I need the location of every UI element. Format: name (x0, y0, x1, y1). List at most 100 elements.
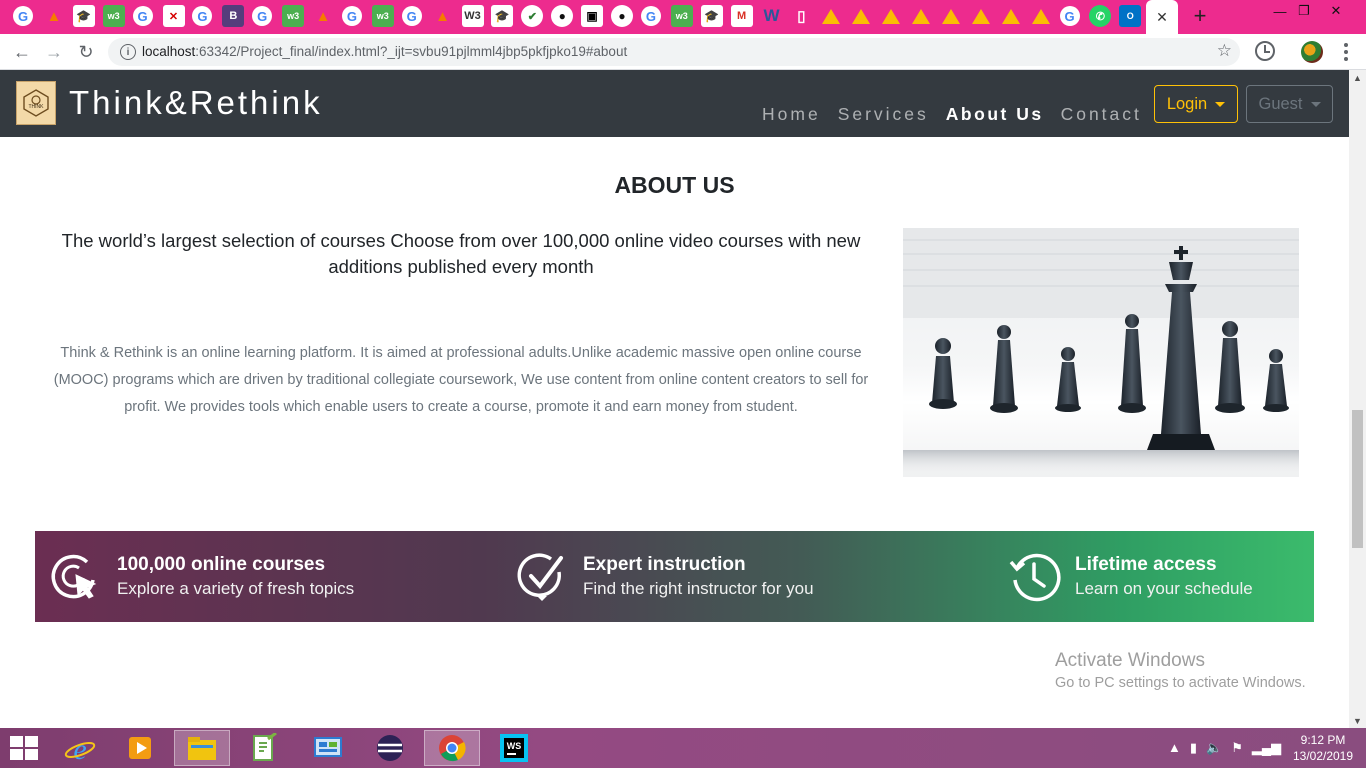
restore-icon[interactable]: ❐ (1286, 0, 1322, 22)
show-hidden-icons-icon[interactable]: ▲ (1168, 740, 1181, 756)
w3schools-icon[interactable]: w3 (102, 5, 125, 27)
clock-date: 13/02/2019 (1292, 749, 1354, 763)
w3schools-icon[interactable]: w3 (282, 5, 305, 27)
outlook-icon[interactable]: O (1119, 5, 1142, 27)
extension-icon[interactable] (1301, 41, 1323, 63)
tab-glyph: ✆ (1095, 10, 1105, 23)
internet-explorer-icon[interactable]: e (52, 730, 108, 766)
google-icon[interactable]: G (192, 6, 213, 26)
close-tab-icon[interactable]: ✕ (1156, 9, 1168, 26)
flame-icon[interactable]: ▲ (312, 5, 334, 27)
flame-icon[interactable]: ▲ (432, 5, 454, 27)
google-icon[interactable]: G (640, 6, 661, 26)
google-icon[interactable]: G (132, 6, 153, 26)
google-icon[interactable]: G (252, 6, 273, 26)
google-icon[interactable]: G (341, 6, 362, 26)
site-logo[interactable]: THINK (16, 81, 56, 125)
network-device-icon[interactable]: ▮ (1190, 740, 1197, 756)
main-nav: Home Services About Us Contact (762, 104, 1159, 125)
eclipse-icon[interactable] (362, 730, 418, 766)
flame-icon[interactable]: ▲ (43, 5, 65, 27)
guest-dropdown-button[interactable]: Guest (1246, 85, 1333, 123)
google-slides-icon[interactable] (940, 5, 962, 27)
new-tab-button[interactable]: + (1188, 3, 1212, 28)
login-dropdown-button[interactable]: Login (1154, 85, 1238, 123)
webstorm-icon[interactable]: WS (486, 730, 542, 766)
signal-icon[interactable]: ▂▄▆ (1252, 740, 1281, 756)
nav-link-about-us[interactable]: About Us (946, 104, 1044, 125)
chrome-icon[interactable] (424, 730, 480, 766)
nav-link-home[interactable]: Home (762, 104, 821, 125)
page-scrollbar[interactable]: ▲ ▼ (1349, 70, 1366, 728)
svg-text:WS: WS (507, 741, 522, 751)
windows-taskbar: e WS ▲ ▮ 🔈 ⚑ ▂▄▆ 9:12 PM 13/02/2019 (0, 728, 1366, 768)
volume-icon[interactable]: 🔈 (1206, 740, 1222, 756)
word-icon[interactable]: W (761, 5, 783, 27)
site-info-icon[interactable]: i (120, 44, 136, 60)
forward-arrow-icon[interactable]: → (42, 40, 66, 64)
tab-glyph: G (257, 8, 268, 24)
google-drive-icon[interactable] (1000, 5, 1022, 27)
bootstrap-icon[interactable]: B (222, 5, 245, 27)
tab-glyph: ▲ (315, 7, 331, 25)
history-icon[interactable] (1255, 41, 1275, 61)
close-window-icon[interactable]: ✕ (1318, 0, 1354, 22)
url-field[interactable]: i localhost:63342/Project_final/index.ht… (108, 38, 1240, 66)
tab-glyph: G (197, 8, 208, 24)
back-arrow-icon[interactable]: ← (10, 40, 34, 64)
tab-glyph: G (1064, 8, 1075, 24)
graduation-cap-icon[interactable]: 🎓 (700, 5, 723, 27)
google-drive-icon[interactable] (910, 5, 932, 27)
file-explorer-icon[interactable] (174, 730, 230, 766)
notepad-plus-plus-icon[interactable] (236, 730, 292, 766)
site-navbar: THINK Think&Rethink Home Services About Us… (0, 70, 1349, 137)
browser-menu-icon[interactable] (1336, 41, 1356, 63)
feature-text: Expert instruction Find the right instru… (583, 553, 814, 601)
close-box-icon[interactable]: ✕ (162, 5, 185, 27)
nav-link-services[interactable]: Services (838, 104, 929, 125)
google-drive-icon[interactable] (850, 5, 872, 27)
google-drive-icon[interactable] (970, 5, 992, 27)
tab-glyph: G (17, 8, 29, 24)
nav-link-contact[interactable]: Contact (1061, 104, 1142, 125)
google-drive-icon[interactable] (1030, 5, 1052, 27)
document-icon[interactable]: ▯ (790, 5, 812, 27)
graduation-cap-icon[interactable]: 🎓 (491, 5, 514, 27)
taskbar-clock[interactable]: 9:12 PM 13/02/2019 (1290, 732, 1356, 764)
feature-title: Expert instruction (583, 553, 746, 575)
whatsapp-icon[interactable]: ✆ (1089, 5, 1112, 27)
tab-glyph: ▲ (46, 7, 62, 25)
google-drive-icon[interactable] (880, 5, 902, 27)
windows-start-icon[interactable] (10, 736, 38, 760)
flag-icon[interactable]: ⚑ (1231, 740, 1243, 756)
w3schools-icon[interactable]: w3 (670, 5, 693, 27)
github-icon[interactable]: ● (551, 5, 574, 27)
google-icon[interactable]: G (13, 6, 33, 26)
w3c-icon[interactable]: W3 (461, 5, 484, 27)
google-drive-icon[interactable] (820, 5, 842, 27)
control-panel-icon[interactable] (300, 730, 356, 766)
w3schools-icon[interactable]: w3 (371, 5, 394, 27)
briefcase-icon[interactable]: ▣ (581, 5, 604, 27)
shield-check-icon[interactable]: ✔ (521, 5, 544, 27)
browser-tab-strip: G ▲ 🎓 w3 G ✕ G B Gw3 ▲ Gw3 G ▲ W3 🎓 ✔ ● ▣ ● Gw3 🎓 M W ▯ G ✆ O ✕ + … (0, 0, 1366, 34)
google-icon[interactable]: G (1059, 6, 1080, 26)
scroll-down-arrow-icon[interactable]: ▼ (1353, 716, 1362, 726)
google-icon[interactable]: G (401, 6, 422, 26)
active-tab[interactable]: ✕ (1146, 0, 1178, 34)
tab-glyph: G (406, 8, 417, 24)
media-player-icon[interactable] (112, 730, 168, 766)
tab-glyph: w3 (107, 11, 120, 21)
site-brand[interactable]: Think&Rethink (69, 84, 323, 122)
github-icon[interactable]: ● (611, 5, 633, 27)
scroll-up-arrow-icon[interactable]: ▲ (1353, 73, 1362, 83)
features-banner: 100,000 online courses Explore a variety… (35, 531, 1314, 622)
graduation-cap-icon[interactable]: 🎓 (72, 5, 95, 27)
checkmark-badge-icon (517, 552, 563, 601)
reload-icon[interactable]: ↻ (74, 40, 98, 64)
gmail-icon[interactable]: M (730, 5, 753, 27)
bookmark-star-icon[interactable]: ☆ (1217, 41, 1232, 61)
scroll-thumb[interactable] (1352, 410, 1363, 548)
url-text[interactable]: localhost:63342/Project_final/index.html… (142, 44, 627, 59)
tab-glyph: w3 (287, 11, 300, 21)
